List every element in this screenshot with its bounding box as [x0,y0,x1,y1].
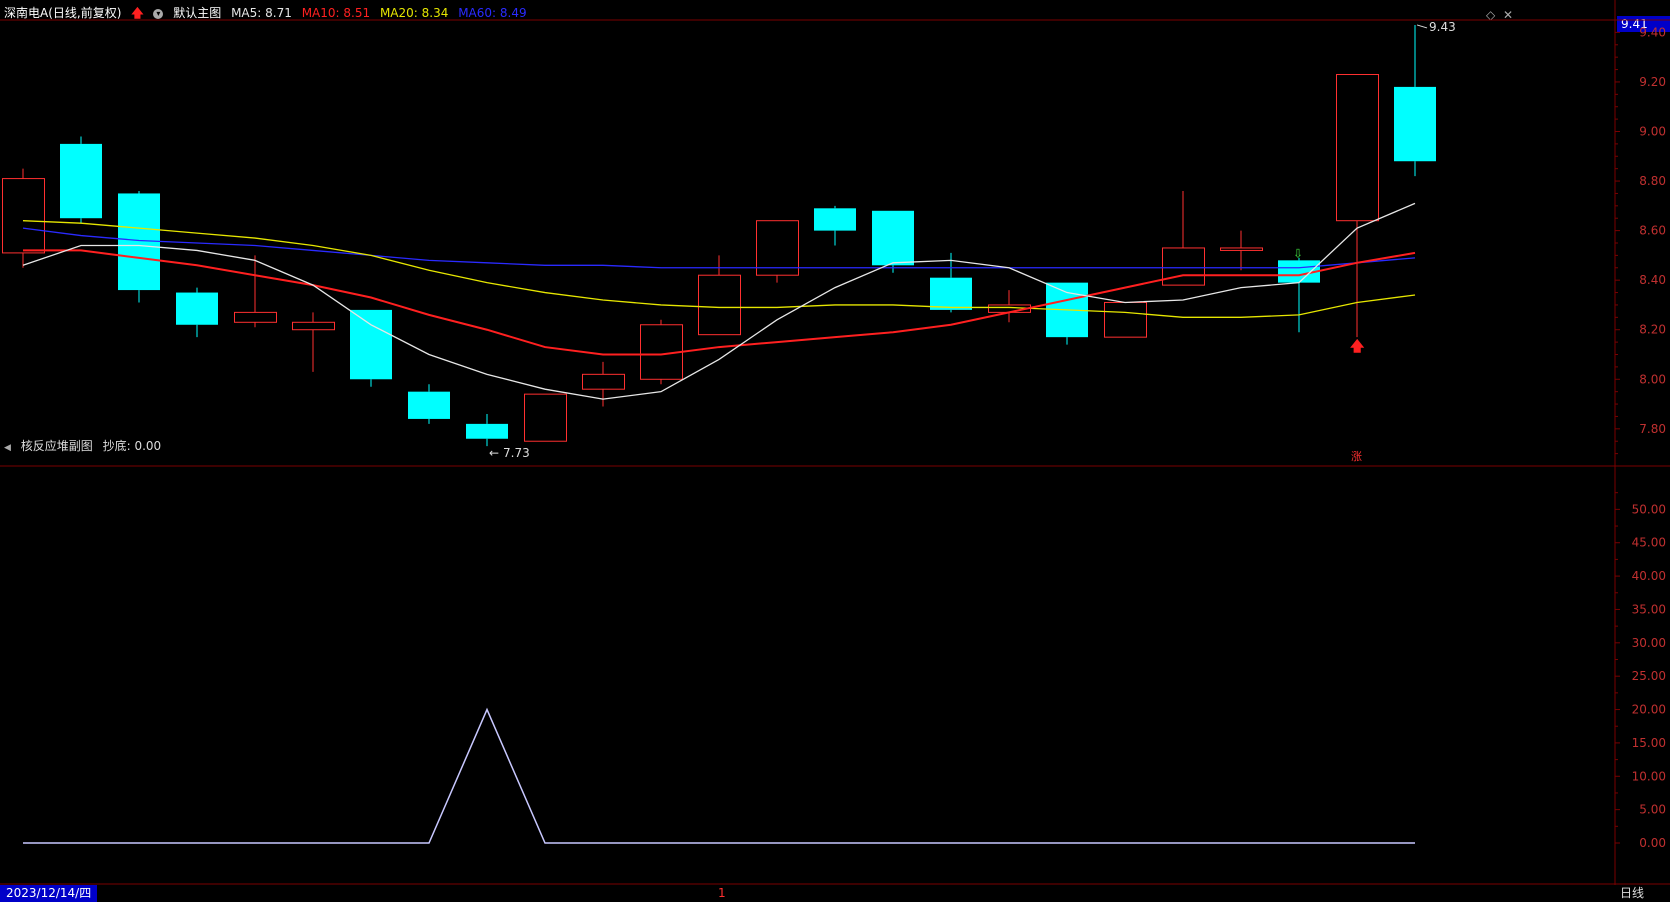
price-tick-label: 9.00 [1639,125,1666,139]
price-tick-label: 9.20 [1639,75,1666,89]
candle-body-up [1336,74,1379,222]
buy-signal-icon: 🡅 [1350,339,1365,355]
indicator-tick-label: 10.00 [1632,769,1666,783]
indicator-line [23,707,1415,844]
candle-body-down [350,309,392,380]
sub-indicator-axis: 50.00 45.00 40.00 35.00 30.00 25.00 20.00 15.00… [1615,492,1666,850]
indicator-tick-label: 15.00 [1632,736,1666,750]
candle-body-down [814,208,856,231]
time-marker: 1 [718,886,726,900]
price-tick-label: 8.60 [1639,224,1666,238]
candle-body-up [234,311,277,323]
price-tick-label: 7.80 [1639,422,1666,436]
period-label[interactable]: 日线 [1620,885,1644,902]
status-bar [0,885,1670,902]
candle-body-up [292,321,335,331]
indicator-tick-label: 30.00 [1632,636,1666,650]
candle-body-down [408,391,450,419]
indicator-tick-label: 5.00 [1639,803,1666,817]
candle-body-down [1394,86,1436,162]
indicator-tick-label: 0.00 [1639,836,1666,850]
cursor-date: 2023/12/14/四 [0,885,98,902]
candle-body-up [1104,301,1147,338]
candle-body-down [176,292,218,325]
candle-body-up [1220,247,1263,251]
price-tick-label: 8.00 [1639,372,1666,386]
bottom-indicator-line [23,707,1415,844]
indicator-tick-label: 45.00 [1632,536,1666,550]
candle-body-down [872,210,914,266]
price-tick-label: 8.80 [1639,174,1666,188]
annotations: 9.43 7.73 涨 ← ⇩ 🡅 [489,20,1456,463]
candlestick-series [2,24,1436,447]
indicator-tick-label: 20.00 [1632,703,1666,717]
sell-signal-icon: ⇩ [1293,246,1303,260]
price-tick-label: 9.40 [1639,25,1666,39]
candle-body-down [466,423,508,439]
moving-average-lines [22,202,1416,400]
low-label: 7.73 [503,446,530,460]
ma5-line [22,202,1416,400]
chart-canvas[interactable]: 9.40 9.20 9.00 8.80 8.60 8.40 8.20 8.00 7.80 50.… [0,0,1670,885]
candle-body-up [1162,247,1205,286]
indicator-tick-label: 25.00 [1632,669,1666,683]
price-tick-label: 8.20 [1639,323,1666,337]
high-pointer [1416,24,1428,29]
main-price-axis: 9.40 9.20 9.00 8.80 8.60 8.40 8.20 8.00 7.80 [1615,25,1666,455]
zhang-marker: 涨 [1351,450,1362,463]
candle-body-up [2,178,45,254]
candle-body-up [698,274,741,336]
candle-body-down [930,277,972,310]
price-tick-label: 8.40 [1639,273,1666,287]
low-pointer: ← [489,446,499,460]
candle-body-up [756,220,799,276]
indicator-tick-label: 35.00 [1632,602,1666,616]
high-label: 9.43 [1429,20,1456,34]
indicator-tick-label: 50.00 [1632,502,1666,516]
candle-body-up [582,373,625,390]
candle-body-up [524,393,567,442]
indicator-tick-label: 40.00 [1632,569,1666,583]
candle-body-down [60,143,102,219]
